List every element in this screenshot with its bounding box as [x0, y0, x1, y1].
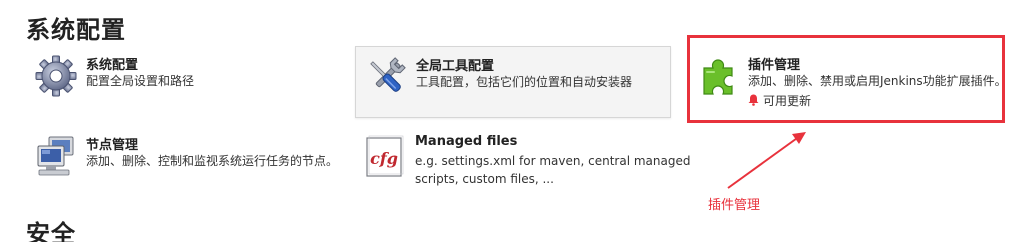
tile-node-manager[interactable]: 节点管理 添加、删除、控制和监视系统运行任务的节点。 [26, 126, 346, 198]
tile-description-line-1: e.g. settings.xml for maven, central man… [415, 154, 691, 168]
tile-managed-files[interactable]: cfg Managed files e.g. settings.xml for … [355, 126, 690, 198]
tile-system-config[interactable]: 系统配置 配置全局设置和路径 [26, 46, 346, 116]
tile-global-tools[interactable]: 全局工具配置 工具配置，包括它们的位置和自动安装器 [355, 46, 671, 118]
tile-name: Managed files [415, 134, 518, 149]
tile-name: 系统配置 [86, 58, 139, 73]
tools-icon [364, 55, 408, 99]
cfg-file-icon: cfg [363, 134, 407, 178]
annotation-arrow [727, 132, 806, 189]
tile-name: 节点管理 [86, 138, 139, 153]
annotation-highlight-box [687, 35, 1005, 123]
tile-description: 配置全局设置和路径 [86, 74, 195, 88]
gear-icon [34, 54, 78, 98]
svg-text:cfg: cfg [370, 149, 398, 168]
computer-icon [34, 134, 78, 178]
tile-description: 工具配置，包括它们的位置和自动安装器 [416, 75, 633, 89]
section-title-system-config: 系统配置 [26, 16, 126, 44]
tile-description: 添加、删除、控制和监视系统运行任务的节点。 [86, 154, 339, 168]
tile-name: 全局工具配置 [416, 59, 495, 74]
annotation-label: 插件管理 [708, 198, 761, 213]
section-title-security: 安全 [26, 220, 76, 242]
tile-description-line-2: scripts, custom files, ... [415, 172, 554, 186]
tile-description: e.g. settings.xml for maven, central man… [415, 152, 690, 188]
